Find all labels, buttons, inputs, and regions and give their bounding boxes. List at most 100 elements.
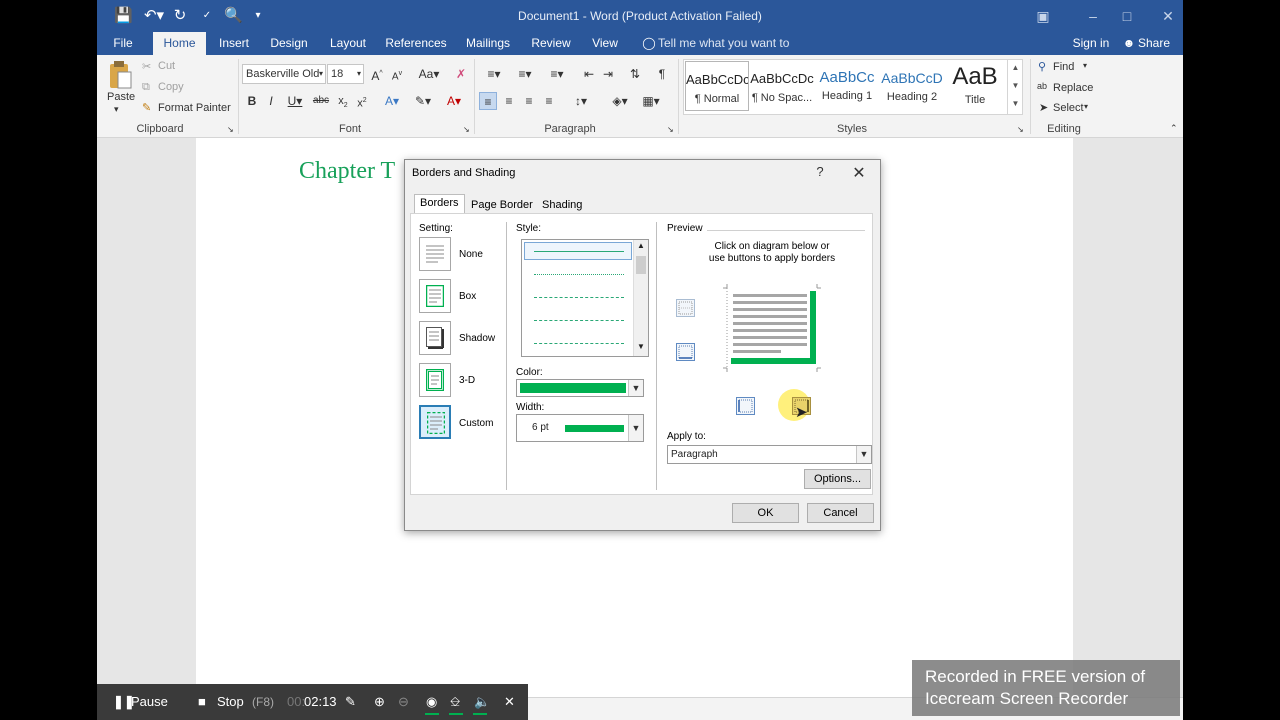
setting-none-label[interactable]: None [459,249,483,260]
find-button[interactable]: Find [1053,61,1074,73]
tab-page-border[interactable]: Page Border [465,196,539,214]
cancel-button[interactable]: Cancel [807,503,874,523]
sort-icon[interactable]: ⇅ [626,65,644,83]
preview-diagram[interactable] [721,284,823,376]
apply-to-dropdown[interactable]: Paragraph ▼ [667,445,872,464]
style-line-dashed[interactable] [534,297,624,298]
change-case-icon[interactable]: Aa▾ [415,65,443,83]
clear-formatting-icon[interactable]: ✗ [452,65,470,83]
tab-review[interactable]: Review [531,32,571,55]
paste-button[interactable]: Paste [107,91,135,103]
setting-3d-icon[interactable] [419,363,451,397]
style-list[interactable]: ▲ ▼ [521,239,649,357]
underline-icon[interactable]: U▾ [283,92,307,110]
chevron-down-icon[interactable]: ▼ [637,342,645,351]
paste-icon[interactable] [108,60,132,90]
maximize-button[interactable]: □ [1112,6,1142,26]
replace-icon[interactable]: ab [1037,81,1047,91]
setting-box-label[interactable]: Box [459,291,476,302]
style-line-long-dash[interactable] [534,320,624,321]
top-border-button[interactable] [676,299,695,317]
stop-button[interactable]: Stop [217,693,244,711]
setting-box-icon[interactable] [419,279,451,313]
style-heading-2[interactable]: AaBbCcD Heading 2 [880,61,944,111]
chevron-down-icon[interactable]: ▼ [628,415,643,441]
increase-indent-icon[interactable]: ⇥ [599,65,617,83]
share-button[interactable]: Share [1138,32,1170,55]
chevron-down-icon[interactable]: ▼ [1012,81,1020,90]
align-right-icon[interactable]: ≡ [520,92,538,110]
tab-layout[interactable]: Layout [327,32,369,55]
zoom-out-icon[interactable]: ⊖ [398,693,409,711]
setting-custom-label[interactable]: Custom [459,418,493,429]
tab-view[interactable]: View [589,32,621,55]
borders-icon[interactable]: ▦▾ [637,92,665,110]
select-icon[interactable]: ➤ [1039,101,1048,114]
chapter-heading[interactable]: Chapter T [299,158,395,185]
tab-design[interactable]: Design [269,32,309,55]
tab-mailings[interactable]: Mailings [463,32,513,55]
setting-shadow-label[interactable]: Shadow [459,333,495,344]
webcam-icon[interactable]: ◉ [426,693,437,711]
justify-icon[interactable]: ≡ [540,92,558,110]
bullets-icon[interactable]: ≡▾ [480,65,508,83]
text-effects-icon[interactable]: A▾ [380,92,404,110]
align-center-icon[interactable]: ≡ [500,92,518,110]
tell-me-box[interactable]: Tell me what you want to do... [658,32,808,72]
tab-insert[interactable]: Insert [215,32,253,55]
collapse-ribbon-icon[interactable]: ⌃ [1170,123,1178,134]
close-icon[interactable]: ✕ [847,163,871,183]
shading-icon[interactable]: ◈▾ [606,92,634,110]
styles-launcher-icon[interactable]: ↘ [1017,125,1024,134]
tab-file[interactable]: File [105,32,141,55]
tab-home[interactable]: Home [153,32,206,55]
setting-custom-icon[interactable] [419,405,451,439]
style-line-dash-dot[interactable] [534,343,624,344]
style-no-spacing[interactable]: AaBbCcDc ¶ No Spac... [750,61,814,111]
ok-button[interactable]: OK [732,503,799,523]
pause-button[interactable]: Pause [131,693,168,711]
paragraph-launcher-icon[interactable]: ↘ [667,125,674,134]
chevron-up-icon[interactable]: ▲ [1012,63,1020,72]
decrease-indent-icon[interactable]: ⇤ [580,65,598,83]
numbering-icon[interactable]: ≡▾ [511,65,539,83]
style-list-scrollbar[interactable]: ▲ ▼ [633,240,648,356]
italic-icon[interactable]: I [262,92,280,110]
chevron-up-icon[interactable]: ▲ [637,241,645,250]
tab-shading[interactable]: Shading [536,196,588,214]
tab-borders[interactable]: Borders [414,194,465,214]
more-styles-icon[interactable]: ▼ [1012,99,1020,108]
speaker-icon[interactable]: 🔈 [474,693,490,711]
strikethrough-icon[interactable]: abc [312,92,330,110]
multilevel-list-icon[interactable]: ≡▾ [543,65,571,83]
copy-icon[interactable]: ⧉ [142,81,150,94]
font-launcher-icon[interactable]: ↘ [463,125,470,134]
close-icon[interactable]: ✕ [504,693,515,711]
show-marks-icon[interactable]: ¶ [653,65,671,83]
help-button[interactable]: ? [810,164,830,182]
clipboard-launcher-icon[interactable]: ↘ [227,125,234,134]
paste-dropdown-icon[interactable]: ▾ [114,104,119,115]
align-left-icon[interactable]: ≡ [479,92,497,110]
color-dropdown[interactable]: ▼ [516,379,644,397]
format-painter-icon[interactable]: ✎ [142,101,151,114]
cut-icon[interactable]: ✂ [142,60,151,73]
format-painter-button[interactable]: Format Painter [158,102,231,114]
grow-font-icon[interactable]: A^ [368,65,386,83]
scroll-thumb[interactable] [636,256,646,274]
draw-icon[interactable]: ✎ [345,693,356,711]
setting-none-icon[interactable] [419,237,451,271]
tab-references[interactable]: References [385,32,447,55]
line-spacing-icon[interactable]: ↕▾ [567,92,595,110]
chevron-down-icon[interactable]: ▼ [856,446,871,463]
font-name-combo[interactable]: Baskerville Old ▾ [242,64,326,84]
replace-button[interactable]: Replace [1053,82,1093,94]
microphone-icon[interactable]: ⎒ [450,693,460,711]
select-button[interactable]: Select [1053,102,1084,114]
left-border-button[interactable] [736,397,755,415]
style-heading-1[interactable]: AaBbCc Heading 1 [815,61,879,111]
width-dropdown[interactable]: 6 pt ▼ [516,414,644,442]
stop-icon[interactable]: ■ [198,693,206,711]
bottom-border-button[interactable] [676,343,695,361]
styles-scroll[interactable]: ▲ ▼ ▼ [1007,59,1023,115]
